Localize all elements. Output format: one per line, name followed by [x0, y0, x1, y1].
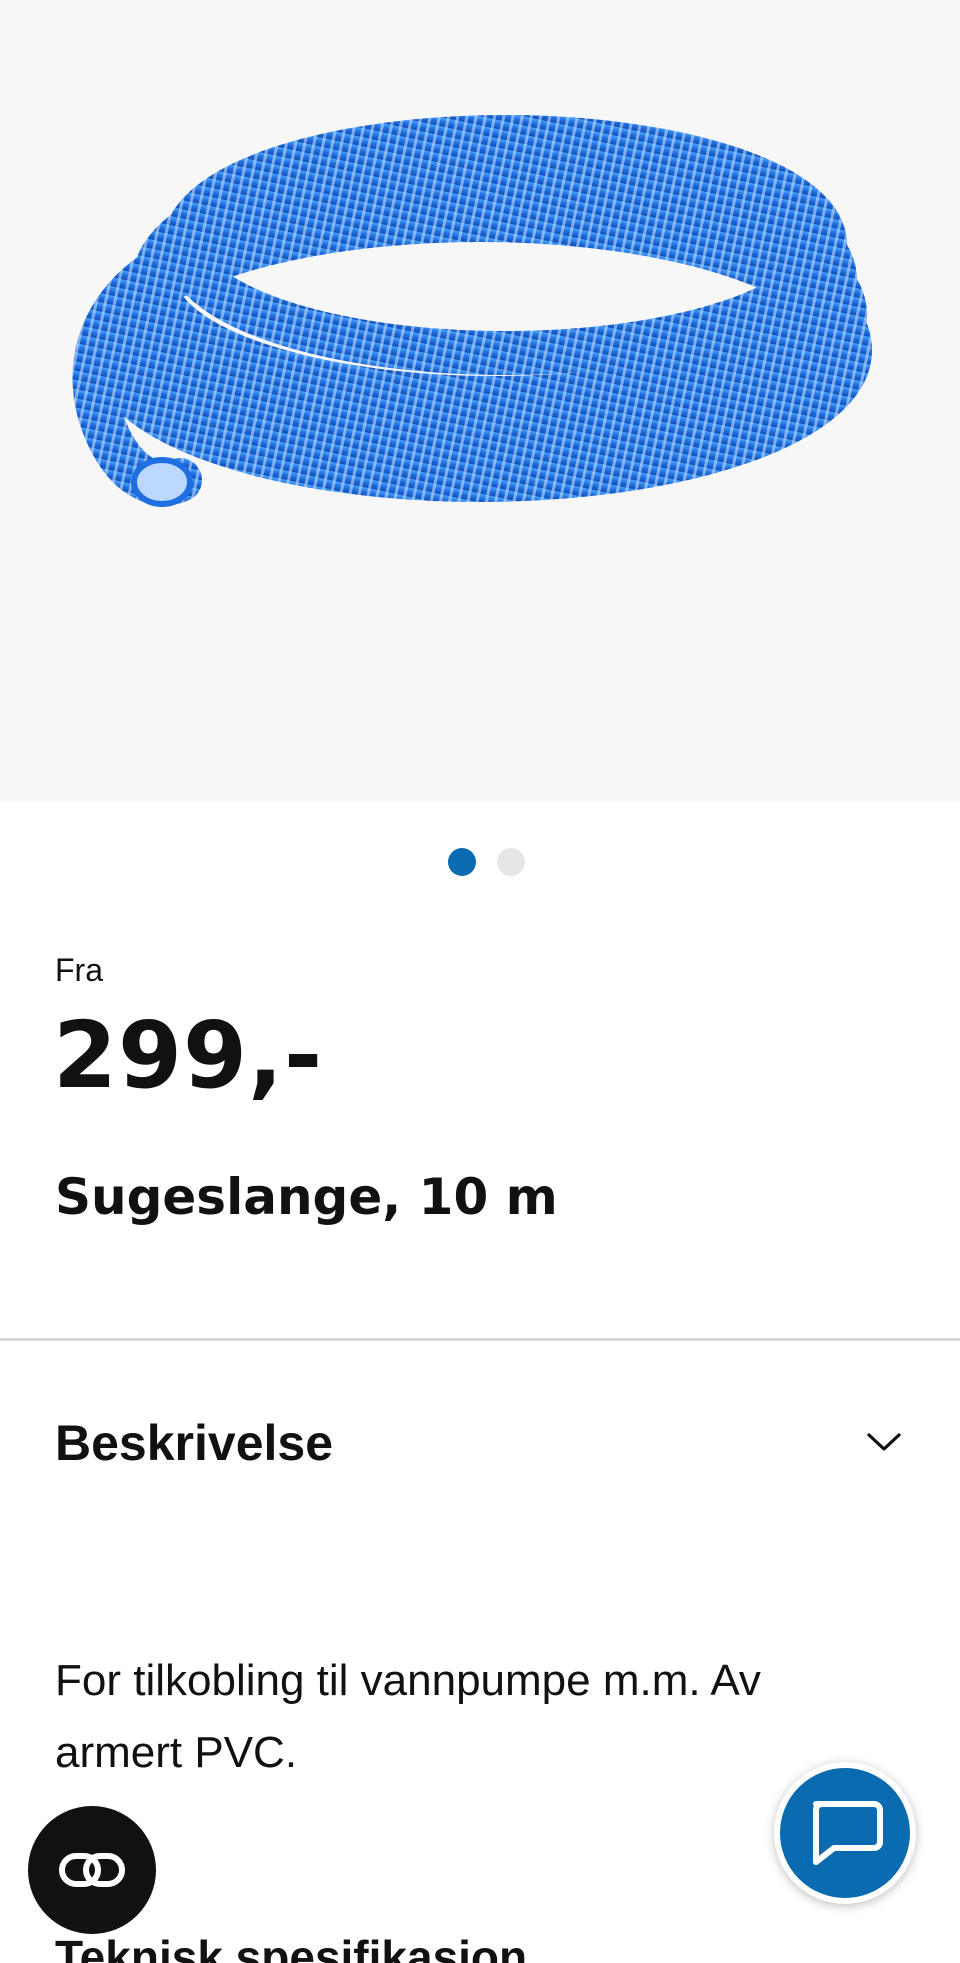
product-title: Sugeslange, 10 m [55, 1168, 558, 1226]
description-heading: Beskrivelse [55, 1415, 334, 1471]
product-image-area[interactable] [0, 0, 960, 802]
chat-button[interactable] [774, 1762, 916, 1904]
price-prefix: Fra [55, 952, 103, 988]
description-accordion-toggle[interactable]: Beskrivelse [0, 1400, 960, 1490]
link-button[interactable] [28, 1806, 156, 1934]
section-divider [0, 1338, 960, 1341]
link-icon [59, 1853, 125, 1887]
description-text: For tilkobling til vannpumpe m.m. Av arm… [55, 1656, 761, 1777]
hose-product-image [72, 115, 872, 507]
technical-spec-heading[interactable]: Teknisk spesifikasjon [55, 1930, 527, 1963]
price: 299,- [53, 1002, 324, 1109]
carousel-dot-2[interactable] [497, 848, 525, 876]
chevron-down-icon [867, 1433, 901, 1451]
chat-icon [813, 1801, 883, 1865]
carousel-dot-1[interactable] [448, 848, 476, 876]
carousel-dots [0, 848, 960, 876]
